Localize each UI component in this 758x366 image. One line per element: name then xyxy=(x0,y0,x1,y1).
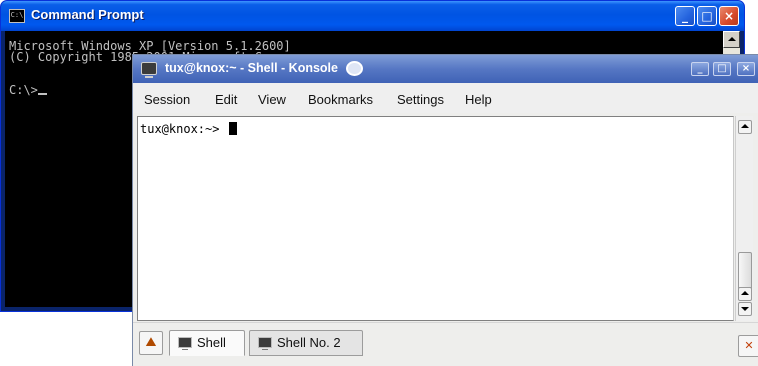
arrow-up-icon xyxy=(741,291,749,295)
konsole-prompt: tux@knox:~> xyxy=(140,122,227,136)
cmd-titlebar[interactable]: C:\ Command Prompt _ □ × xyxy=(1,1,744,31)
terminal-icon xyxy=(141,62,157,78)
scroll-down-button[interactable] xyxy=(738,302,752,316)
tab-label: Shell xyxy=(197,335,226,350)
konsole-tabbar: ⛰ Shell Shell No. 2 ✕ xyxy=(133,322,758,366)
konsole-maximize-button[interactable]: □ xyxy=(713,62,731,76)
close-session-button[interactable]: ✕ xyxy=(738,335,758,357)
cmd-prompt-line: C:\> xyxy=(9,84,47,96)
cmd-scroll-up-button[interactable] xyxy=(723,31,740,48)
cmd-window-icon: C:\ xyxy=(9,9,25,23)
konsole-terminal-area[interactable]: tux@knox:~> xyxy=(137,116,734,321)
kde-logo-icon xyxy=(346,61,363,76)
konsole-cursor xyxy=(228,122,237,135)
new-session-icon: ⛰ xyxy=(145,335,157,350)
cmd-cursor xyxy=(37,93,47,95)
menu-bookmarks[interactable]: Bookmarks xyxy=(308,92,373,107)
tab-label: Shell No. 2 xyxy=(277,335,341,350)
konsole-titlebar[interactable]: tux@knox:~ - Shell - Konsole _ □ × xyxy=(133,55,758,83)
cmd-window-title: Command Prompt xyxy=(31,7,144,22)
konsole-minimize-button[interactable]: _ xyxy=(691,62,709,76)
close-session-icon: ✕ xyxy=(744,339,754,352)
tab-shell-no-2[interactable]: Shell No. 2 xyxy=(249,330,363,356)
arrow-down-icon xyxy=(741,307,749,311)
konsole-prompt-line: tux@knox:~> xyxy=(140,122,237,136)
tab-shell[interactable]: Shell xyxy=(169,330,245,356)
minimize-button[interactable]: _ xyxy=(675,6,695,26)
scroll-thumb[interactable] xyxy=(738,252,752,292)
konsole-menubar: Session Edit View Bookmarks Settings Hel… xyxy=(133,83,758,113)
menu-view[interactable]: View xyxy=(258,92,286,107)
menu-settings[interactable]: Settings xyxy=(397,92,444,107)
menu-session[interactable]: Session xyxy=(144,92,190,107)
close-button[interactable]: × xyxy=(719,6,739,26)
konsole-window[interactable]: tux@knox:~ - Shell - Konsole _ □ × Sessi… xyxy=(132,54,758,366)
cmd-prompt: C:\> xyxy=(9,83,38,97)
scroll-up-button-lower[interactable] xyxy=(738,287,752,301)
new-session-button[interactable]: ⛰ xyxy=(139,331,163,355)
menu-help[interactable]: Help xyxy=(465,92,492,107)
konsole-close-button[interactable]: × xyxy=(737,62,755,76)
scroll-up-button[interactable] xyxy=(738,120,752,134)
arrow-up-icon xyxy=(728,37,736,41)
konsole-window-title: tux@knox:~ - Shell - Konsole xyxy=(165,61,338,75)
terminal-icon xyxy=(258,337,272,350)
konsole-scrollbar[interactable] xyxy=(735,116,753,321)
terminal-icon xyxy=(178,337,192,350)
menu-edit[interactable]: Edit xyxy=(215,92,237,107)
arrow-up-icon xyxy=(741,124,749,128)
maximize-button[interactable]: □ xyxy=(697,6,717,26)
